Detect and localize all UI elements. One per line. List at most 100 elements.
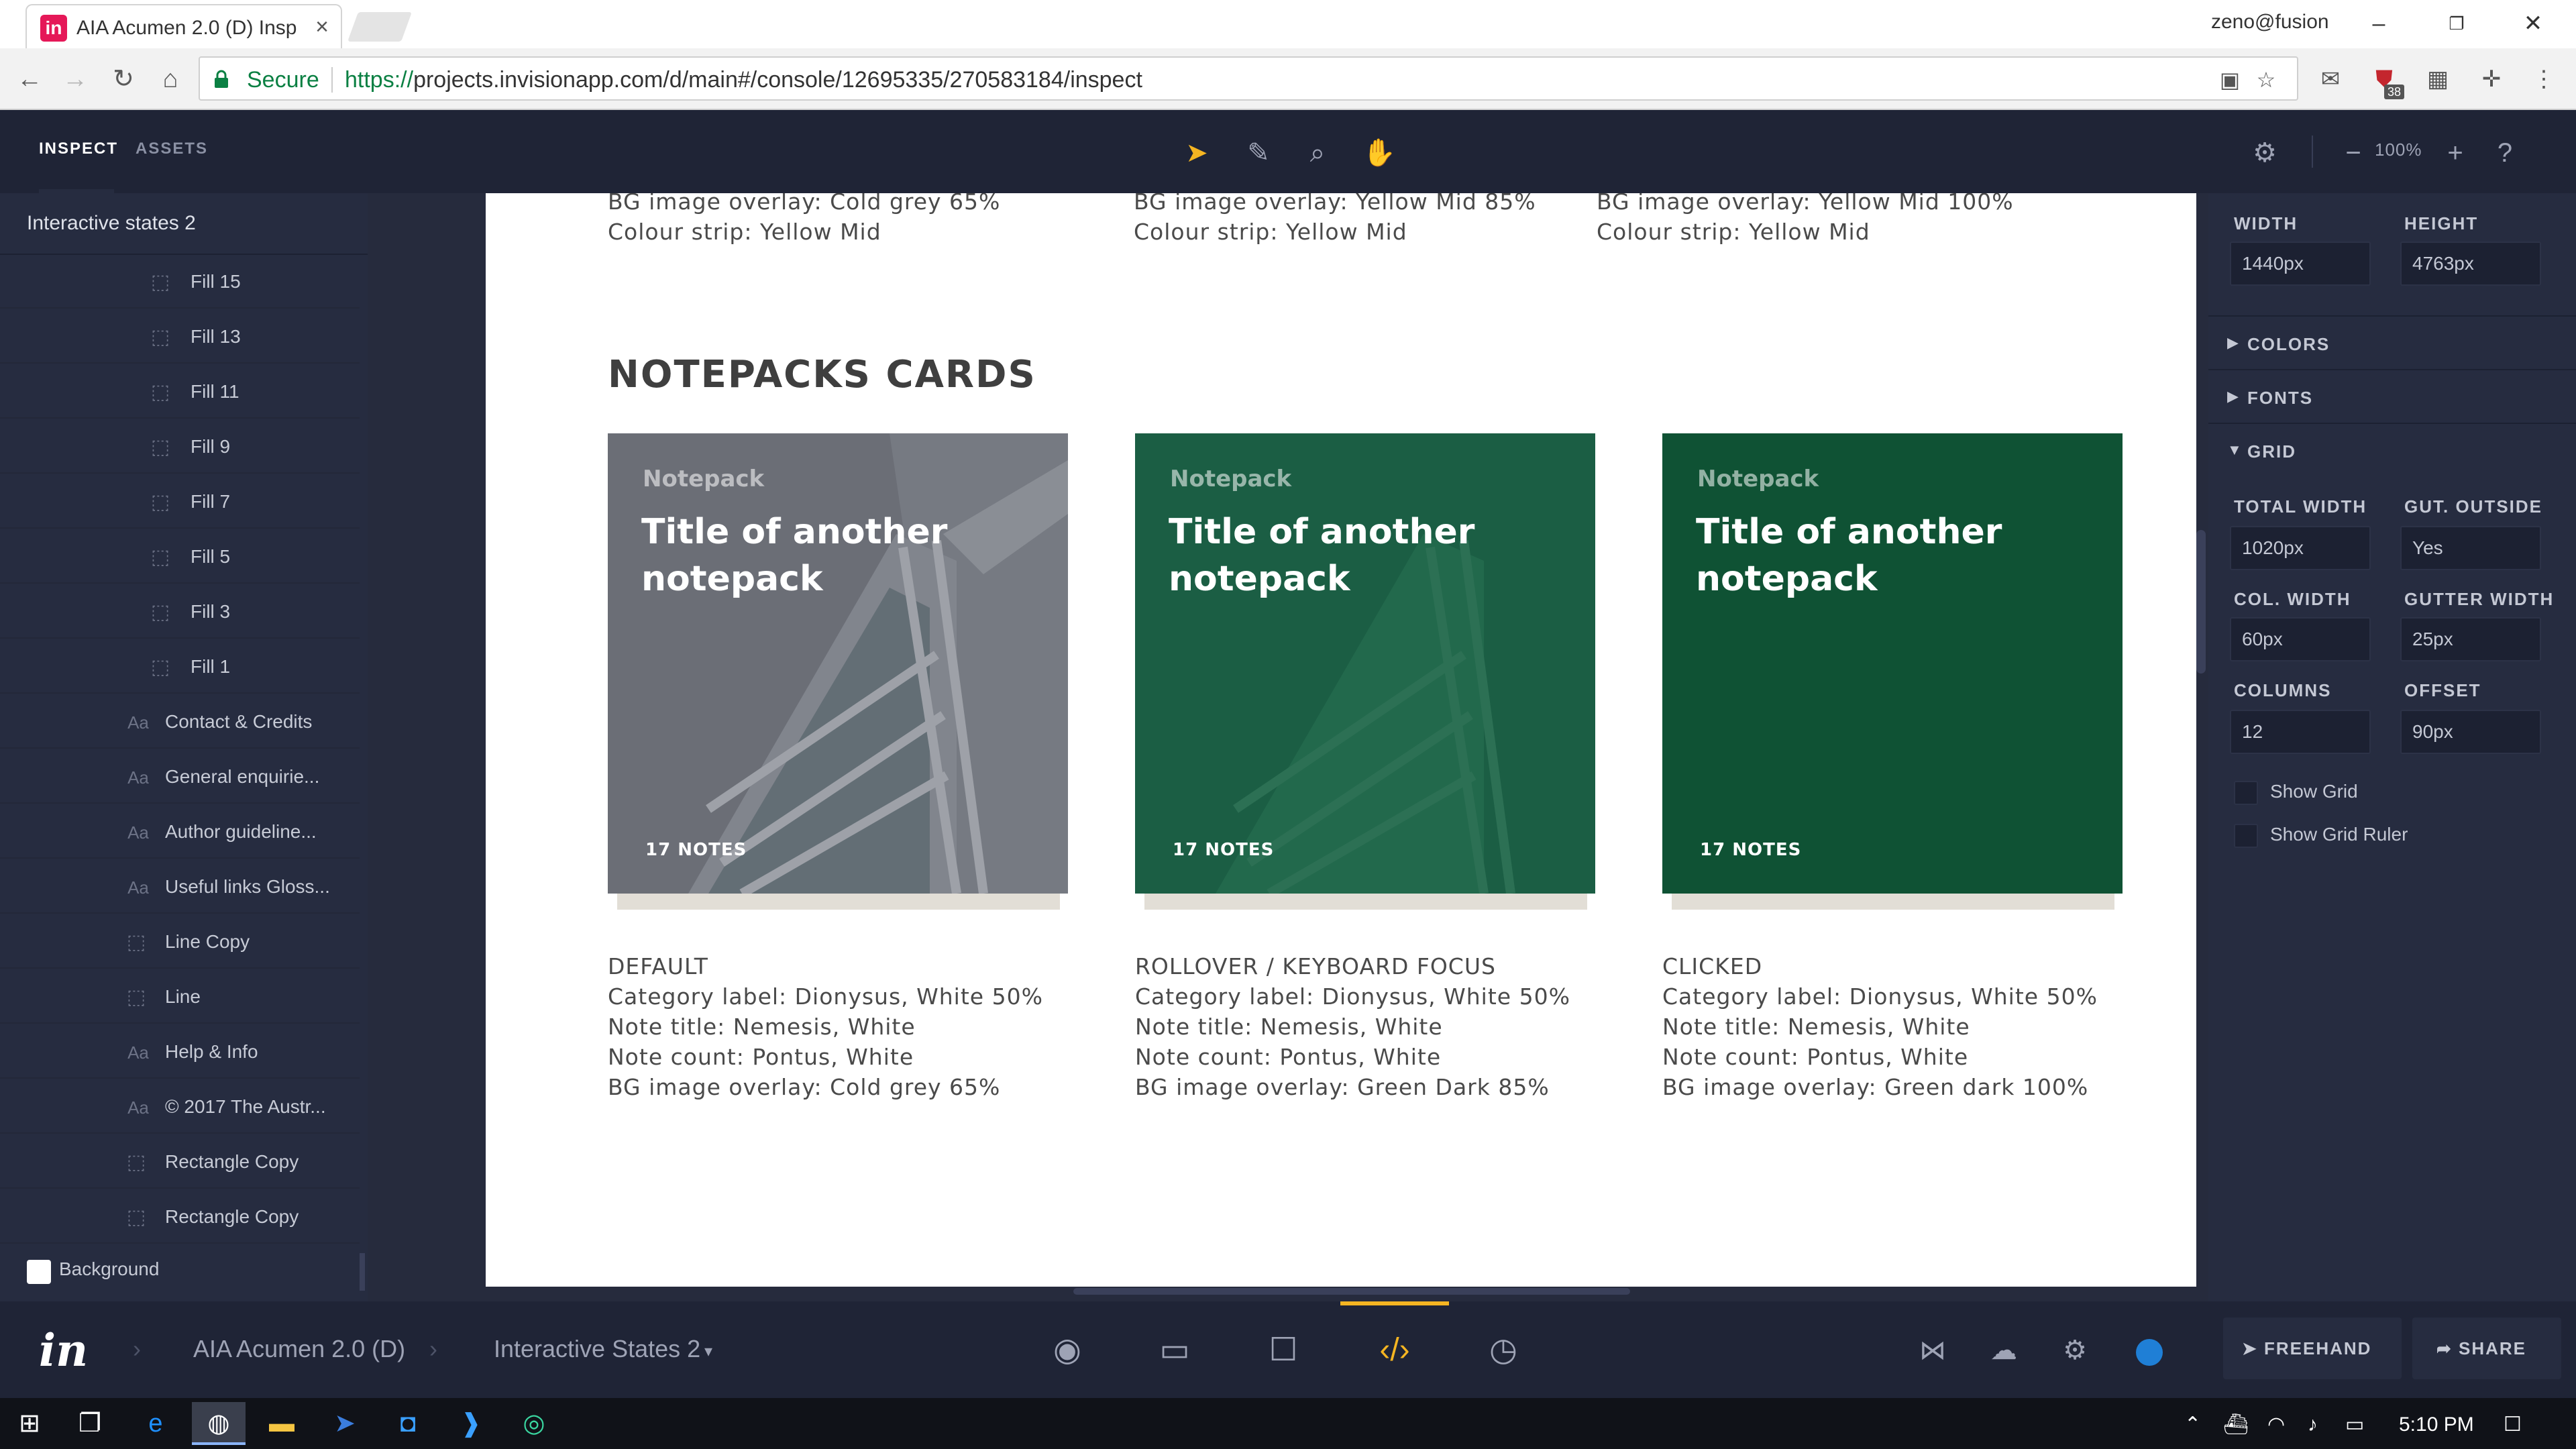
layer-item[interactable]: ⬚ Fill 11	[0, 365, 360, 419]
canvas-horizontal-scrollbar[interactable]	[1073, 1288, 1630, 1295]
layer-item[interactable]: ⬚ Line Copy	[0, 915, 360, 969]
layer-item[interactable]: Aa Author guideline...	[0, 805, 360, 859]
hand-tool-icon[interactable]: ✋	[1360, 134, 1398, 172]
back-icon[interactable]: ←	[11, 60, 48, 98]
background-checkbox[interactable]	[27, 1260, 51, 1284]
qr-extension-icon[interactable]: ▦	[2420, 62, 2455, 97]
breadcrumb-screen[interactable]: Interactive States 2	[494, 1335, 700, 1363]
layer-item[interactable]: ⬚ Fill 13	[0, 310, 360, 364]
url-text[interactable]: https://projects.invisionapp.com/d/main#…	[345, 66, 1142, 94]
preview-eye-icon[interactable]: ◉	[1044, 1327, 1091, 1374]
battery-tray-icon[interactable]: ▭	[2345, 1411, 2364, 1438]
pointer-tool-icon[interactable]: ➤	[1178, 134, 1216, 172]
outlook-icon[interactable]: ◘	[381, 1402, 435, 1445]
text-layer-icon: Aa	[127, 1097, 149, 1118]
layer-item[interactable]: ⬚ Fill 9	[0, 420, 360, 474]
layer-item[interactable]: ⬚ Fill 5	[0, 530, 360, 584]
gut-outside-field[interactable]: Yes	[2400, 526, 2541, 570]
offset-field[interactable]: 90px	[2400, 710, 2541, 754]
taskbar-clock[interactable]: 5:10 PM	[2399, 1411, 2474, 1438]
total-width-field[interactable]: 1020px	[2230, 526, 2371, 570]
help-icon[interactable]: ?	[2486, 134, 2524, 172]
search-tool-icon[interactable]: ⌕	[1299, 134, 1336, 172]
zoom-out-icon[interactable]: −	[2334, 134, 2372, 172]
invision-logo[interactable]: in	[39, 1324, 88, 1377]
notifications-icon[interactable]: ☐	[2504, 1411, 2522, 1438]
edge-browser-icon[interactable]: e	[129, 1402, 182, 1445]
home-icon[interactable]: ⌂	[152, 60, 189, 98]
vscode-icon[interactable]: ❱	[444, 1402, 498, 1445]
notepack-card-clicked[interactable]: Notepack Title of another notepack 17 NO…	[1662, 433, 2123, 894]
fonts-section[interactable]: ▶ FONTS	[2208, 369, 2576, 423]
tab-close-icon[interactable]: ×	[309, 13, 335, 40]
volume-tray-icon[interactable]: ♪	[2308, 1411, 2318, 1438]
layer-item[interactable]: ⬚ Line	[0, 970, 360, 1024]
cast-icon[interactable]: ▣	[2216, 67, 2243, 93]
layer-item[interactable]: ⬚ Fill 1	[0, 640, 360, 694]
user-avatar[interactable]	[2136, 1339, 2163, 1366]
profile-user[interactable]: zeno@fusion	[2211, 11, 2329, 34]
mail-extension-icon[interactable]: ✉	[2313, 62, 2348, 97]
freehand-button[interactable]: ➤ FREEHAND	[2223, 1318, 2402, 1379]
eyedropper-tool-icon[interactable]: ✎	[1240, 134, 1277, 172]
powershell-icon[interactable]: ➤	[318, 1402, 372, 1445]
card-3-line: Category label: Dionysus, White 50%	[1662, 983, 2098, 1010]
layer-item[interactable]: ⬚ Rectangle Copy	[0, 1135, 360, 1189]
chrome-menu-icon[interactable]: ⋮	[2526, 62, 2561, 97]
notepack-card-rollover[interactable]: Notepack Title of another notepack 17 NO…	[1135, 433, 1595, 894]
notepack-card-default[interactable]: Notepack Title of another notepack 17 NO…	[608, 433, 1068, 894]
gitkraken-icon[interactable]: ◎	[507, 1402, 561, 1445]
show-grid-ruler-checkbox[interactable]	[2234, 824, 2258, 848]
gutter-width-field[interactable]: 25px	[2400, 617, 2541, 661]
settings-gear-icon[interactable]: ⚙	[2246, 134, 2284, 172]
bookmark-star-icon[interactable]: ☆	[2253, 67, 2279, 93]
window-close-icon[interactable]: ✕	[2513, 7, 2553, 40]
measure-extension-icon[interactable]: ✛	[2474, 62, 2509, 97]
layer-item[interactable]: Aa Useful links Gloss...	[0, 860, 360, 914]
layer-item[interactable]: ⬚ Fill 3	[0, 585, 360, 639]
new-tab-button[interactable]	[347, 12, 413, 42]
build-mode-icon[interactable]: ▭	[1151, 1327, 1198, 1374]
col-width-field[interactable]: 60px	[2230, 617, 2371, 661]
columns-field[interactable]: 12	[2230, 710, 2371, 754]
url-bar[interactable]: Secure https://projects.invisionapp.com/…	[199, 56, 2298, 101]
layers-scrollbar[interactable]	[360, 1253, 365, 1291]
share-button[interactable]: ➦ SHARE	[2412, 1318, 2561, 1379]
grid-section[interactable]: ▼ GRID	[2208, 423, 2576, 476]
browser-tab[interactable]: in AIA Acumen 2.0 (D) Insp ×	[25, 4, 342, 48]
layer-item[interactable]: Aa Contact & Credits	[0, 695, 360, 749]
layer-item[interactable]: ⬚ Fill 15	[0, 255, 360, 309]
tab-assets[interactable]: ASSETS	[136, 140, 208, 158]
settings-gear-icon[interactable]: ⚙	[2051, 1327, 2098, 1374]
show-grid-checkbox[interactable]	[2234, 781, 2258, 805]
tray-chevron-icon[interactable]: ⌃	[2184, 1411, 2201, 1438]
layer-item[interactable]: ⬚ Fill 7	[0, 475, 360, 529]
height-field[interactable]: 4763px	[2400, 241, 2541, 286]
zoom-in-icon[interactable]: +	[2436, 134, 2474, 172]
tab-inspect[interactable]: INSPECT	[39, 140, 118, 158]
cloud-sync-icon[interactable]: ☁	[1980, 1327, 2027, 1374]
chevron-down-icon[interactable]: ▾	[704, 1342, 712, 1361]
width-field[interactable]: 1440px	[2230, 241, 2371, 286]
file-explorer-icon[interactable]: ▬	[255, 1402, 309, 1445]
comment-mode-icon[interactable]: ☐	[1260, 1327, 1307, 1374]
layer-item[interactable]: Aa Help & Info	[0, 1025, 360, 1079]
layer-item[interactable]: ⬚ Rectangle Copy	[0, 1190, 360, 1244]
task-view-icon[interactable]: ❐	[63, 1402, 117, 1445]
restore-icon[interactable]: ❐	[2436, 7, 2477, 40]
layer-item[interactable]: Aa © 2017 The Austr...	[0, 1080, 360, 1134]
inspect-code-icon[interactable]: ‹/›	[1371, 1327, 1418, 1374]
reload-icon[interactable]: ↻	[105, 60, 142, 98]
colors-section[interactable]: ▶ COLORS	[2208, 315, 2576, 369]
docker-tray-icon[interactable]: ⛴	[2223, 1411, 2249, 1438]
layer-item[interactable]: Aa General enquirie...	[0, 750, 360, 804]
wifi-tray-icon[interactable]: ◠	[2267, 1411, 2285, 1438]
share-nodes-icon[interactable]: ⋈	[1909, 1327, 1956, 1374]
breadcrumb-project[interactable]: AIA Acumen 2.0 (D)	[193, 1335, 405, 1363]
inspector-scrollbar[interactable]	[2196, 530, 2206, 674]
windows-start-icon[interactable]: ⊞	[3, 1402, 56, 1445]
chrome-browser-icon[interactable]: ◍	[192, 1402, 246, 1445]
history-clock-icon[interactable]: ◷	[1480, 1327, 1527, 1374]
minimize-icon[interactable]: –	[2359, 7, 2399, 40]
forward-icon[interactable]: →	[56, 60, 94, 98]
